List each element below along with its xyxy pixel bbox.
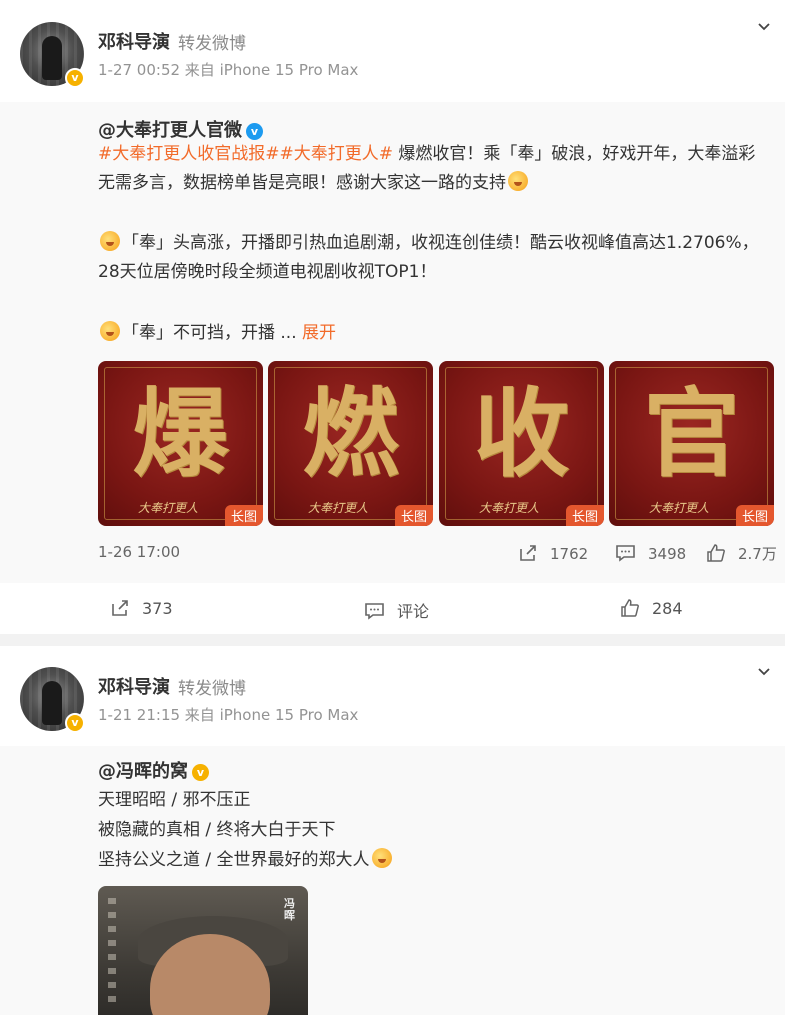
long-image-badge: 长图 <box>394 505 433 526</box>
original-repost-button[interactable]: 1762 <box>518 543 588 563</box>
crying-emoji-icon <box>508 171 528 191</box>
original-like-button[interactable]: 2.7万 <box>706 543 777 564</box>
original-comment-button[interactable]: 3498 <box>615 543 686 563</box>
post-meta[interactable]: 1-27 00:52 来自 iPhone 15 Pro Max <box>98 59 358 80</box>
comment-button[interactable]: 评论 <box>364 598 429 622</box>
chevron-down-icon[interactable] <box>757 20 771 34</box>
image-thumbnail[interactable]: 冯晖 <box>98 886 308 1015</box>
original-author[interactable]: @冯晖的窝 v <box>98 757 209 783</box>
post-action: 转发微博 <box>178 34 246 54</box>
hashtag-link[interactable]: #大奉打更人收官战报##大奉打更人# <box>98 144 393 164</box>
long-image-badge: 长图 <box>735 505 774 526</box>
original-date[interactable]: 1-26 17:00 <box>98 543 180 561</box>
reposted-original[interactable]: @冯晖的窝 v 天理昭昭 / 邪不压正 被隐藏的真相 / 终将大白于天下 坚持公义… <box>0 746 785 1015</box>
like-icon <box>621 599 639 617</box>
crying-emoji-icon <box>371 848 392 868</box>
post-meta[interactable]: 1-21 21:15 来自 iPhone 15 Pro Max <box>98 704 358 725</box>
image-thumbnail[interactable]: 燃 大奉打更人 长图 <box>268 361 433 526</box>
chevron-down-icon[interactable] <box>757 665 771 679</box>
original-author[interactable]: @大奉打更人官微 v <box>98 116 263 142</box>
like-button[interactable]: 284 <box>620 598 683 618</box>
author-name[interactable]: 邓科导演 <box>98 673 170 699</box>
original-text: 天理昭昭 / 邪不压正 被隐藏的真相 / 终将大白于天下 坚持公义之道 / 全世… <box>98 785 778 875</box>
repost-icon <box>112 600 128 616</box>
post-action-bar: 373 评论 284 <box>0 583 785 634</box>
long-image-badge: 长图 <box>224 505 263 526</box>
verified-gold-icon: v <box>65 68 85 88</box>
image-thumbnail[interactable]: 收 大奉打更人 长图 <box>439 361 604 526</box>
weibo-post-card: v 邓科导演 转发微博 1-21 21:15 来自 iPhone 15 Pro … <box>0 646 785 1015</box>
like-icon <box>707 544 725 562</box>
original-paragraph: 「奉」不可挡，开播 ... 展开 <box>98 319 778 348</box>
comment-icon <box>365 603 384 620</box>
comment-icon <box>616 545 635 562</box>
image-thumbnail[interactable]: 官 大奉打更人 长图 <box>609 361 774 526</box>
long-image-badge: 长图 <box>565 505 604 526</box>
post-action: 转发微博 <box>178 679 246 699</box>
repost-icon <box>520 545 536 561</box>
image-thumbnail[interactable]: 爆 大奉打更人 长图 <box>98 361 263 526</box>
original-text: #大奉打更人收官战报##大奉打更人# 爆燃收官！乘「奉」破浪，好戏开年，大奉溢彩… <box>98 144 756 193</box>
verified-blue-icon: v <box>246 123 263 140</box>
expand-link[interactable]: 展开 <box>302 323 336 343</box>
repost-button[interactable]: 373 <box>110 598 173 618</box>
verified-gold-icon: v <box>192 764 209 781</box>
original-stats: 1-26 17:00 1762 3498 2.7万 <box>0 541 785 567</box>
verified-gold-icon: v <box>65 713 85 733</box>
author-name[interactable]: 邓科导演 <box>98 28 170 54</box>
weibo-post-card: v 邓科导演 转发微博 1-27 00:52 来自 iPhone 15 Pro … <box>0 0 785 634</box>
fire-emoji-icon <box>100 321 120 341</box>
original-paragraph: 「奉」头高涨，开播即引热血追剧潮，收视连创佳绩！酷云收视峰值高达1.2706%，… <box>98 231 759 282</box>
fire-emoji-icon <box>100 231 120 251</box>
